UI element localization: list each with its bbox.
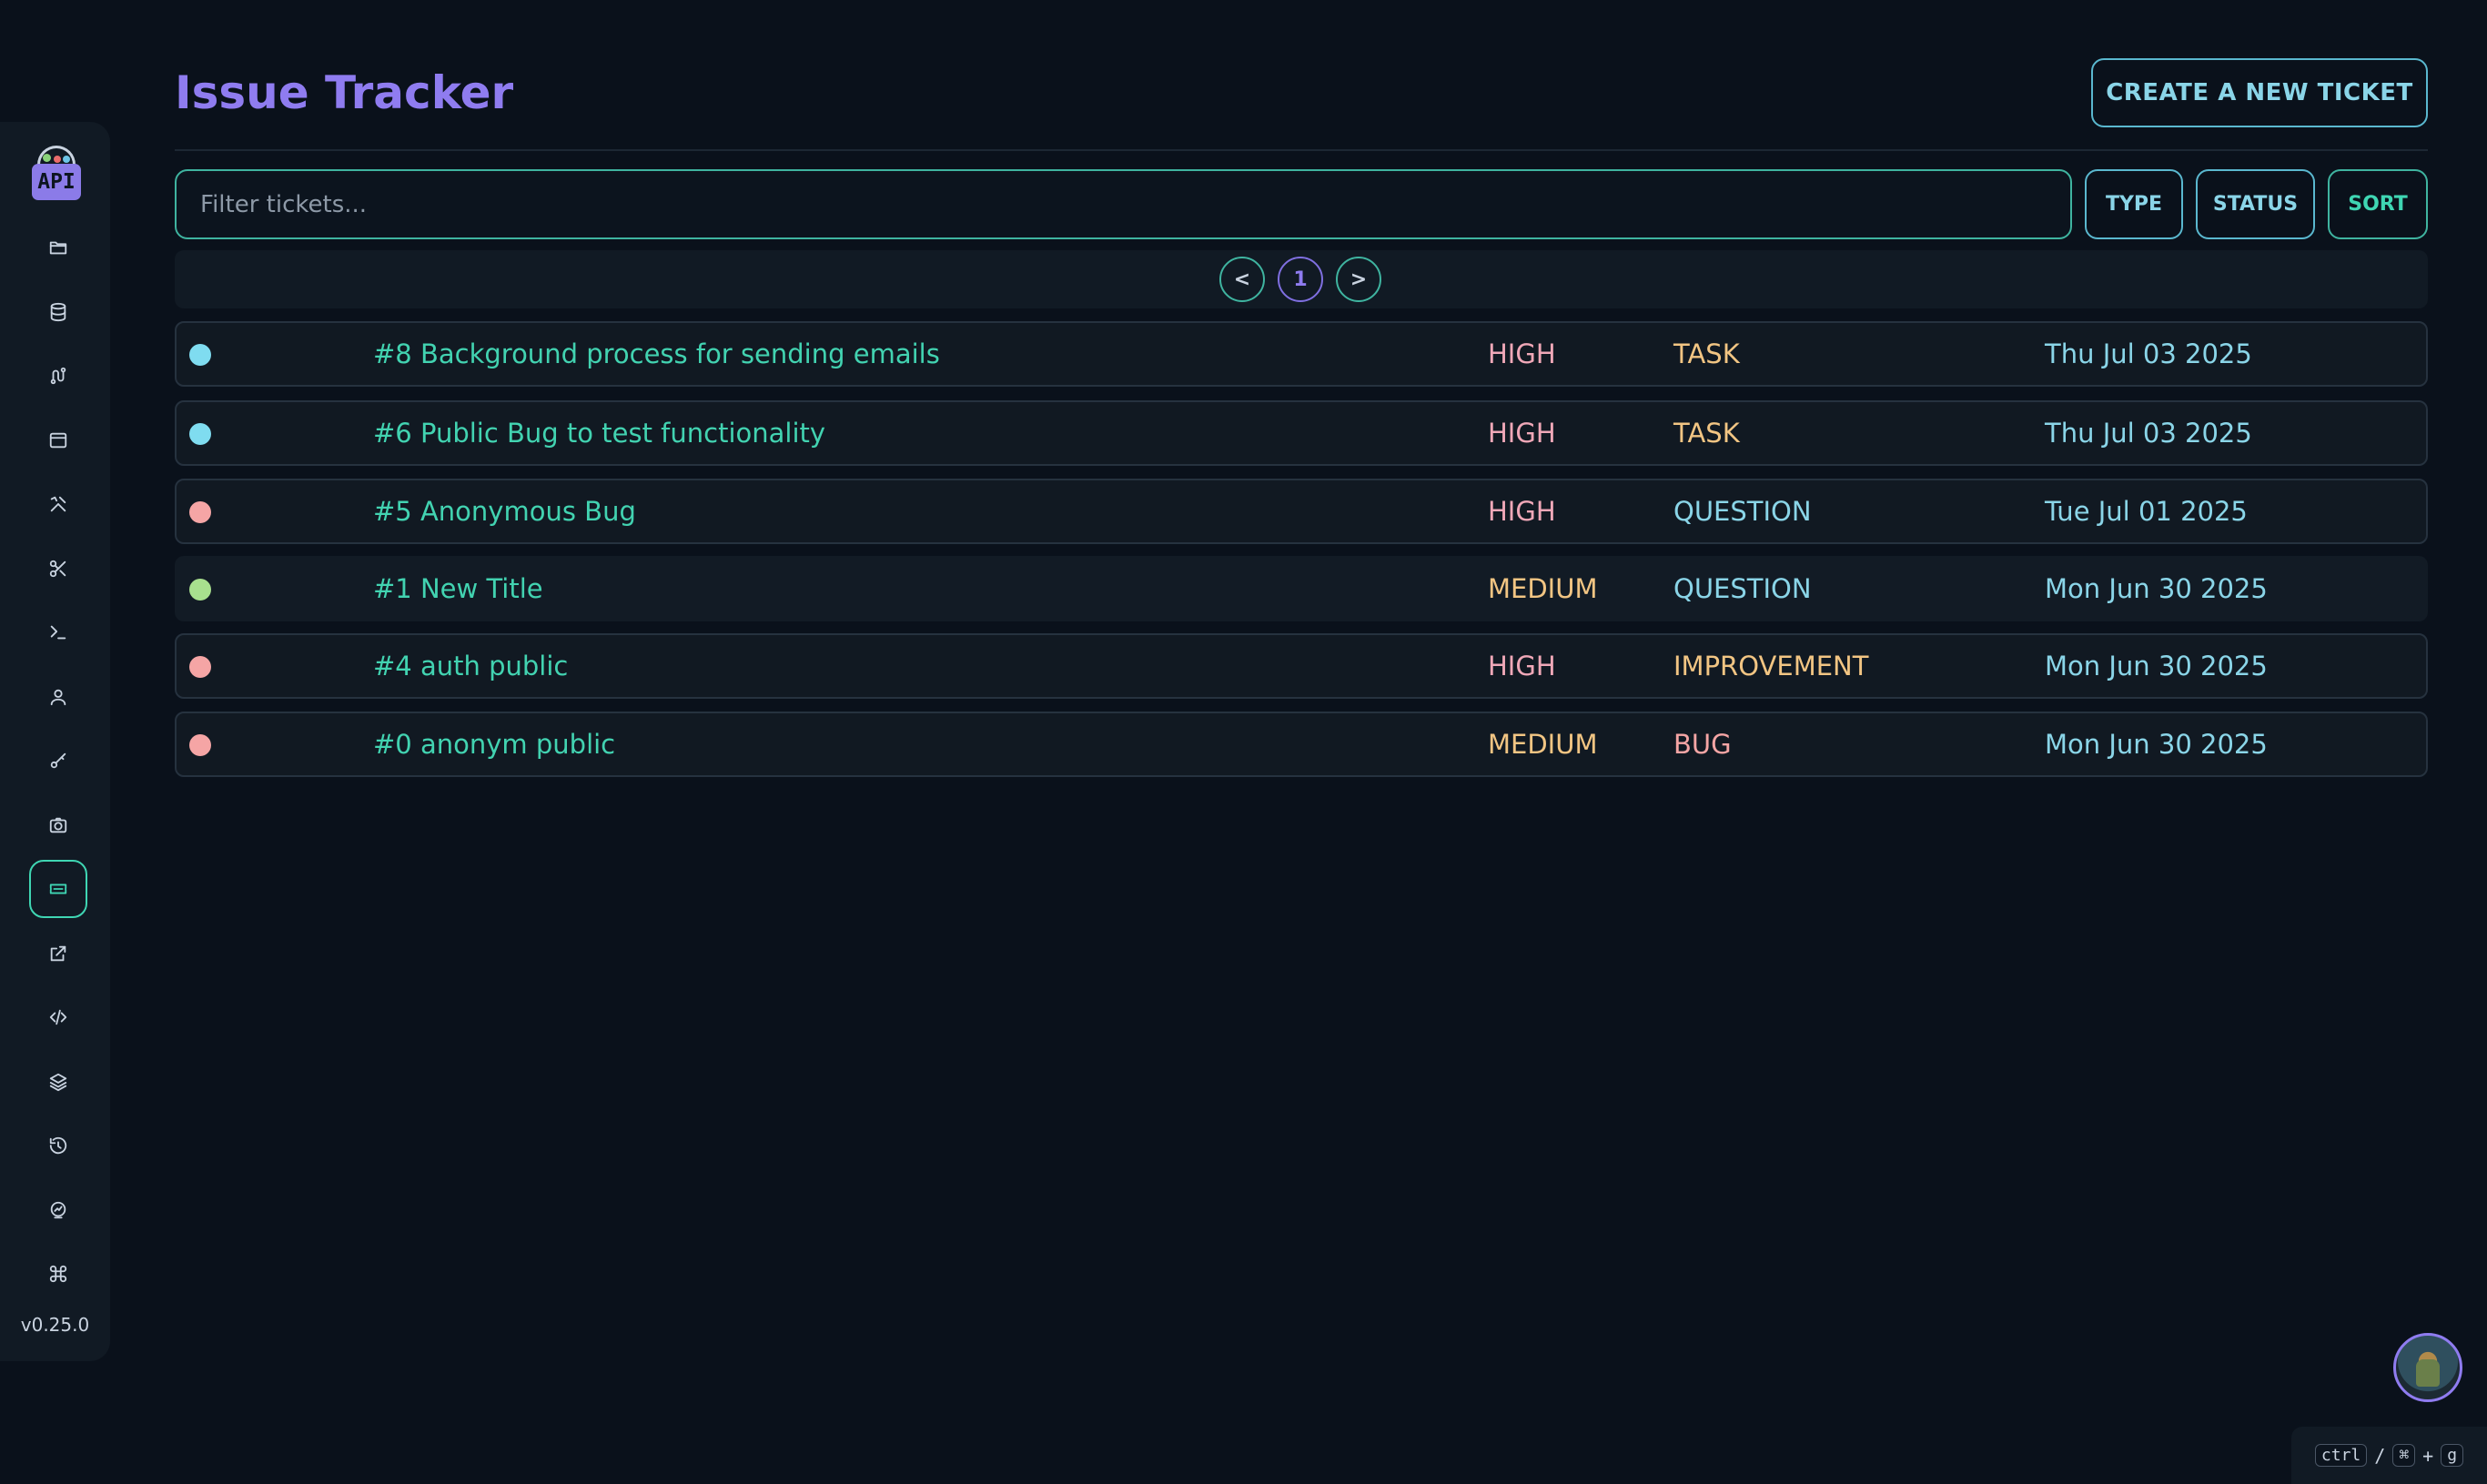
ticket-type: IMPROVEMENT: [1673, 651, 1869, 681]
ticket-date: Mon Jun 30 2025: [2045, 729, 2268, 760]
ticket-date: Mon Jun 30 2025: [2045, 573, 2268, 604]
status-dot: [189, 579, 211, 601]
shortcut-plus: +: [2422, 1444, 2434, 1467]
ticket-priority: HIGH: [1488, 418, 1556, 449]
ticket-title[interactable]: #4 auth public: [373, 635, 568, 697]
prev-page-button[interactable]: <: [1219, 257, 1265, 302]
type-filter-button[interactable]: TYPE: [2085, 169, 2183, 239]
keyboard-shortcut-hint: ctrl / ⌘ + g: [2291, 1427, 2487, 1484]
ticket-type: QUESTION: [1673, 496, 1812, 527]
ticket-type: BUG: [1673, 729, 1732, 760]
ticket-row[interactable]: #6 Public Bug to test functionality HIGH…: [175, 400, 2428, 466]
ticket-priority: HIGH: [1488, 496, 1556, 527]
scissors-icon[interactable]: [29, 540, 87, 598]
folder-icon[interactable]: [29, 218, 87, 277]
chart-icon[interactable]: [29, 1181, 87, 1239]
ticket-title[interactable]: #6 Public Bug to test functionality: [373, 402, 825, 464]
ticket-priority: MEDIUM: [1488, 729, 1598, 760]
ticket-row[interactable]: #8 Background process for sending emails…: [175, 321, 2428, 387]
sort-button[interactable]: SORT: [2328, 169, 2428, 239]
terminal-icon[interactable]: [29, 603, 87, 661]
history-icon[interactable]: [29, 1116, 87, 1175]
pagination-bar: < 1 >: [175, 250, 2428, 308]
ticket-priority: HIGH: [1488, 338, 1556, 369]
ticket-type: TASK: [1673, 338, 1740, 369]
command-icon[interactable]: [29, 1245, 87, 1303]
window-icon[interactable]: [29, 411, 87, 469]
filter-tickets-input[interactable]: [175, 169, 2072, 239]
route-icon[interactable]: [29, 347, 87, 405]
api-logo[interactable]: API: [32, 146, 81, 202]
ticket-date: Thu Jul 03 2025: [2045, 418, 2252, 449]
status-dot: [189, 734, 211, 756]
status-dot: [189, 423, 211, 445]
g-key: g: [2441, 1444, 2464, 1467]
tools-icon[interactable]: [29, 475, 87, 533]
page-title: Issue Tracker: [175, 66, 514, 119]
shortcut-separator: /: [2374, 1444, 2386, 1467]
camera-icon[interactable]: [29, 796, 87, 854]
ctrl-key: ctrl: [2314, 1444, 2368, 1467]
key-icon[interactable]: [29, 732, 87, 790]
ticket-title[interactable]: #5 Anonymous Bug: [373, 480, 636, 542]
sidebar: API v0.25.0: [0, 122, 110, 1361]
next-page-button[interactable]: >: [1336, 257, 1381, 302]
ticket-row[interactable]: #0 anonym public MEDIUM BUG Mon Jun 30 2…: [175, 712, 2428, 777]
api-logo-text: API: [32, 164, 81, 200]
ticket-date: Mon Jun 30 2025: [2045, 651, 2268, 681]
ticket-row[interactable]: #5 Anonymous Bug HIGH QUESTION Tue Jul 0…: [175, 479, 2428, 544]
ticket-date: Tue Jul 01 2025: [2045, 496, 2248, 527]
status-dot: [189, 344, 211, 366]
ticket-row[interactable]: #1 New Title MEDIUM QUESTION Mon Jun 30 …: [175, 556, 2428, 621]
database-icon[interactable]: [29, 283, 87, 341]
ticket-priority: HIGH: [1488, 651, 1556, 681]
create-ticket-button[interactable]: CREATE A NEW TICKET: [2091, 58, 2428, 127]
ticket-priority: MEDIUM: [1488, 573, 1598, 604]
status-filter-button[interactable]: STATUS: [2196, 169, 2315, 239]
ticket-icon[interactable]: [29, 860, 87, 918]
external-link-icon[interactable]: [29, 924, 87, 983]
ticket-type: QUESTION: [1673, 573, 1812, 604]
ticket-date: Thu Jul 03 2025: [2045, 338, 2252, 369]
user-avatar[interactable]: [2393, 1333, 2462, 1402]
page-1-button[interactable]: 1: [1278, 257, 1323, 302]
header-divider: [175, 149, 2428, 151]
ticket-title[interactable]: #1 New Title: [373, 558, 543, 620]
layers-icon[interactable]: [29, 1053, 87, 1111]
ticket-row[interactable]: #4 auth public HIGH IMPROVEMENT Mon Jun …: [175, 633, 2428, 699]
ticket-title[interactable]: #8 Background process for sending emails: [373, 323, 940, 385]
code-icon[interactable]: [29, 988, 87, 1046]
status-dot: [189, 656, 211, 678]
app-version: v0.25.0: [20, 1314, 90, 1336]
cmd-key: ⌘: [2392, 1444, 2416, 1467]
status-dot: [189, 501, 211, 523]
ticket-title[interactable]: #0 anonym public: [373, 713, 615, 775]
ticket-type: TASK: [1673, 418, 1740, 449]
user-icon[interactable]: [29, 668, 87, 726]
